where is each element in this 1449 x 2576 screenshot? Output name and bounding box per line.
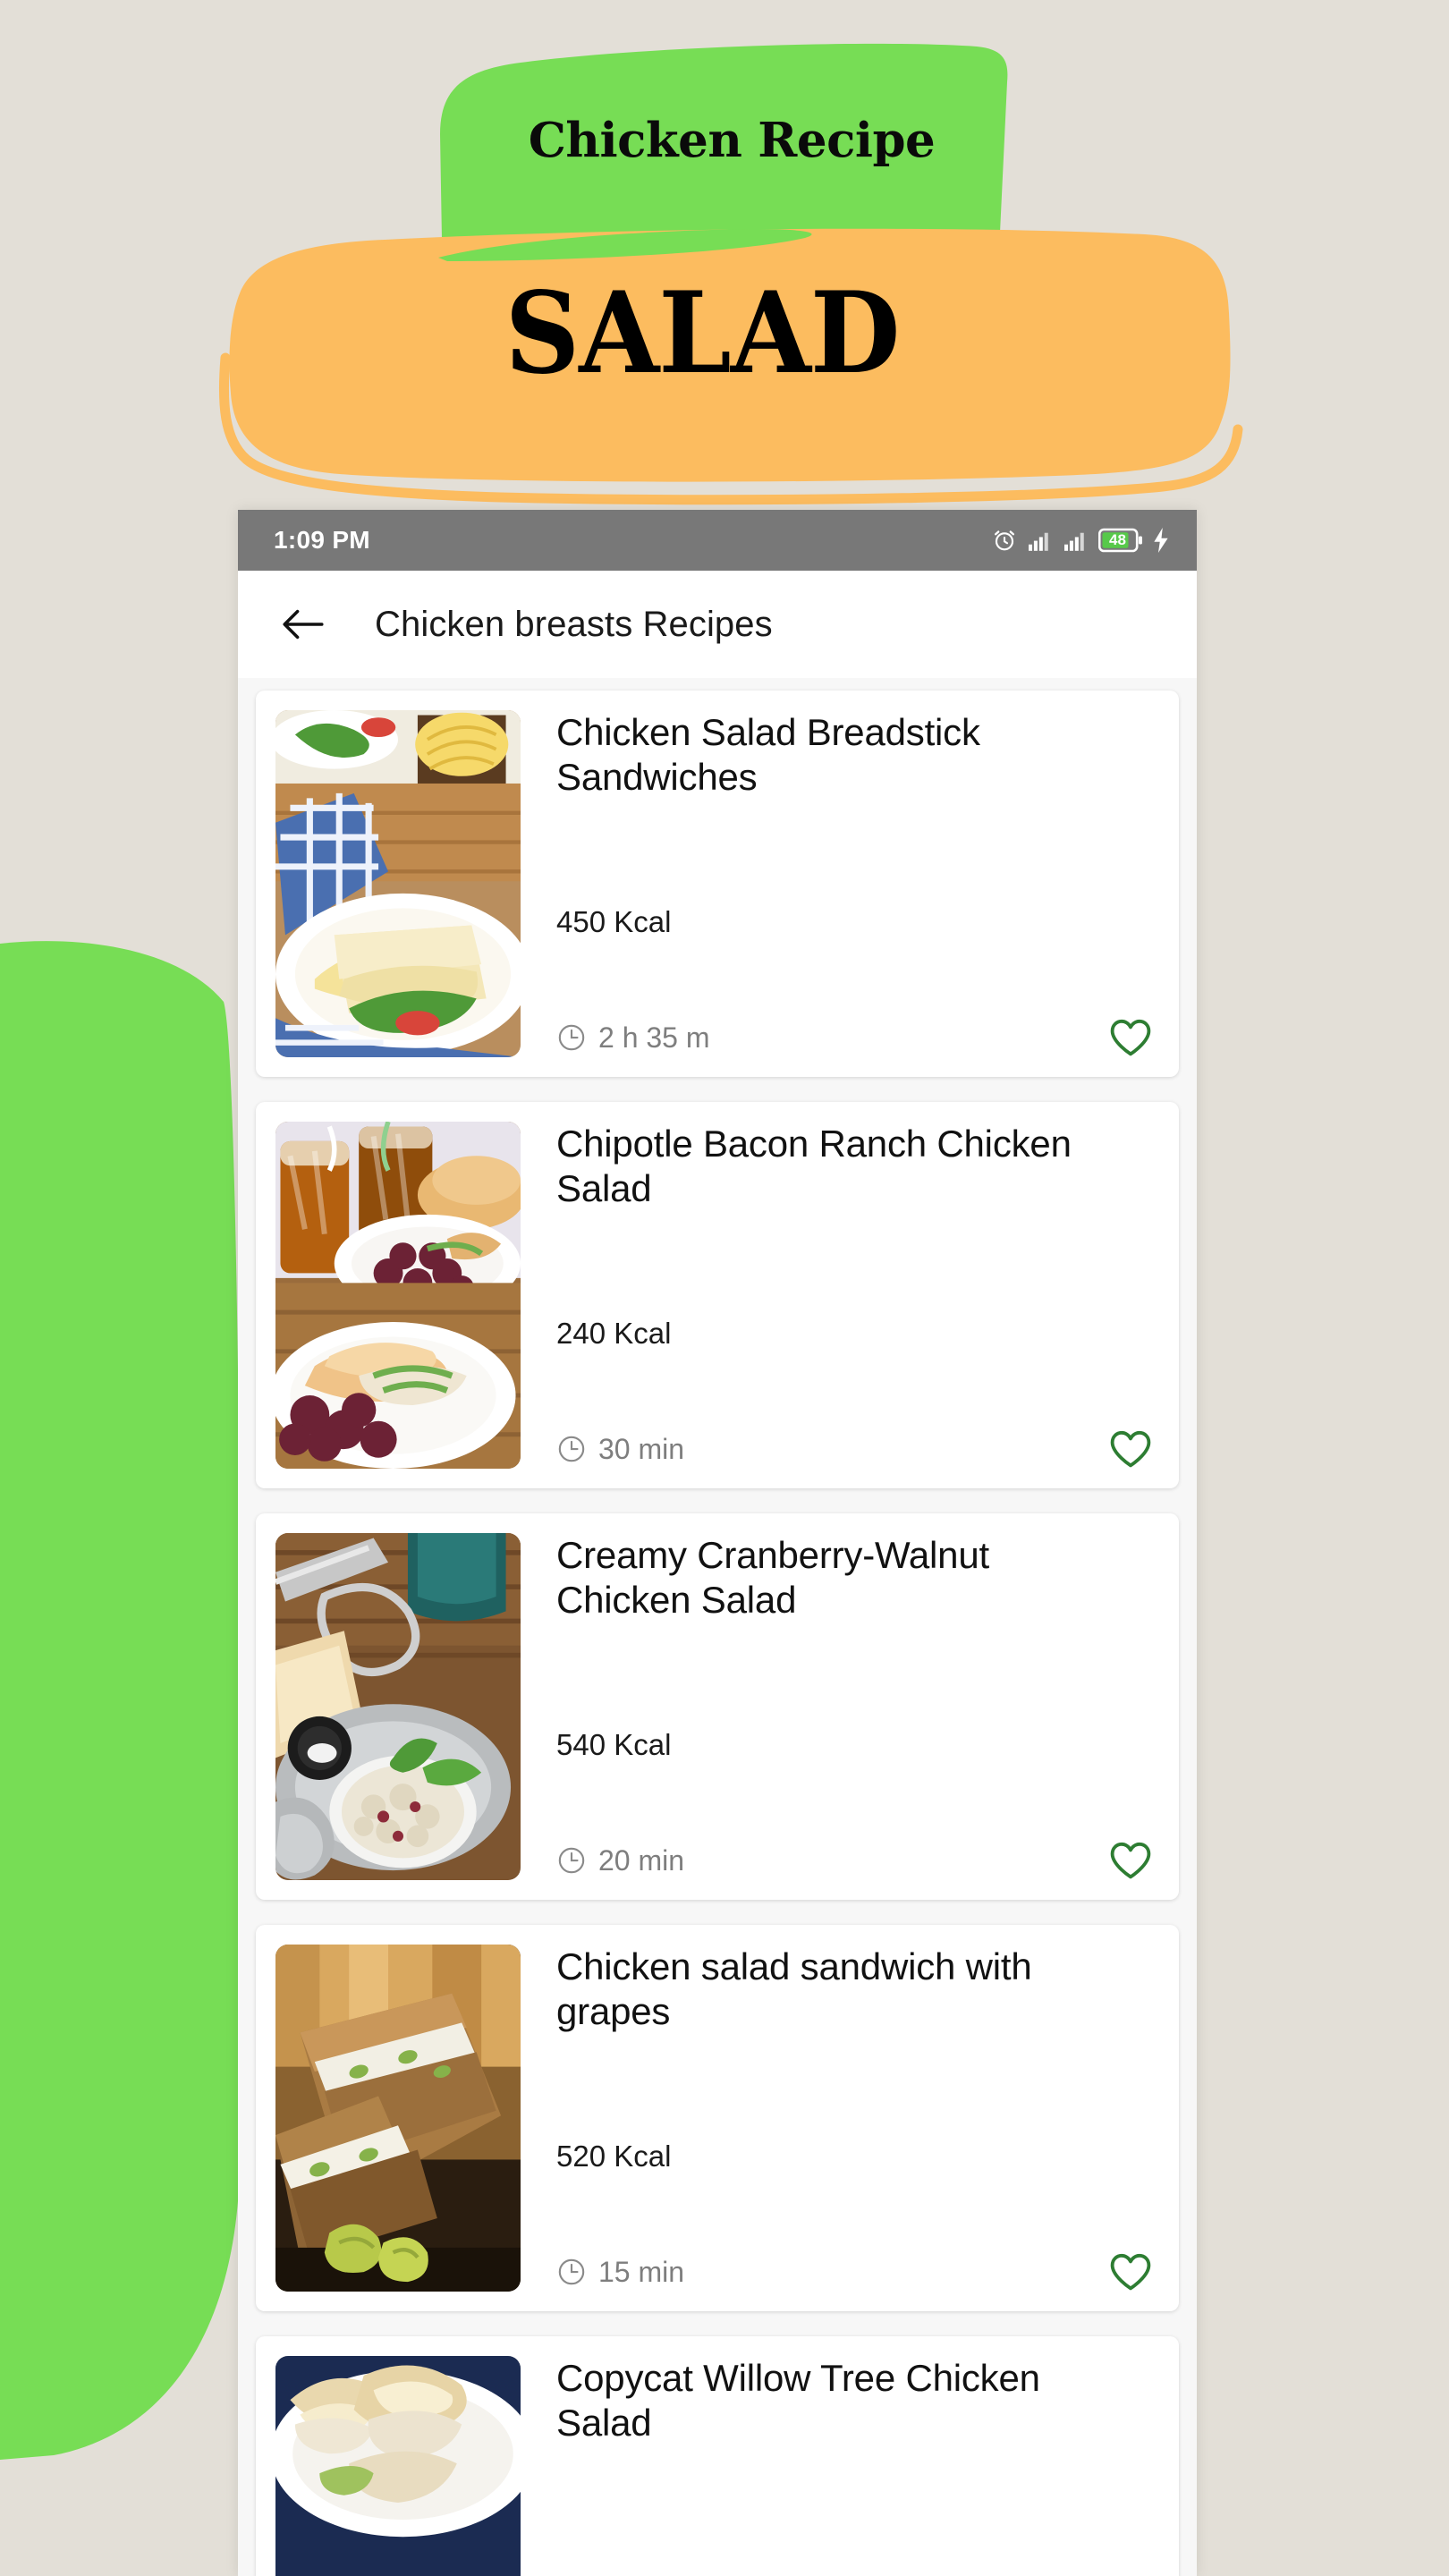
- recipe-title: Chipotle Bacon Ranch Chicken Salad: [556, 1123, 1072, 1209]
- page-title: Chicken breasts Recipes: [375, 604, 773, 644]
- green-banner-blob: [440, 43, 1008, 241]
- signal-icon: [1064, 532, 1084, 551]
- recipe-time-text: 20 min: [598, 1843, 685, 1877]
- status-bar-clock: 1:09 PM: [274, 526, 370, 554]
- recipe-thumbnail: [275, 1122, 521, 1469]
- status-bar: 1:09 PM 48: [238, 510, 1197, 571]
- recipe-card[interactable]: Chicken Salad Breadstick Sandwiches 450 …: [256, 691, 1179, 1077]
- signal-icon: [1029, 532, 1048, 551]
- recipe-list[interactable]: Chicken Salad Breadstick Sandwiches 450 …: [238, 678, 1197, 2576]
- recipe-thumbnail: [275, 1945, 521, 2292]
- phone-screenshot: 1:09 PM 48 Chicken breasts Recipes Chick…: [238, 510, 1197, 2576]
- recipe-footer: 20 min: [556, 1841, 1159, 1880]
- favorite-button[interactable]: [1109, 1841, 1152, 1880]
- recipe-body: Chipotle Bacon Ranch Chicken Salad 240 K…: [521, 1122, 1159, 1469]
- green-side-blob: [0, 941, 242, 2460]
- status-bar-icons: 48: [991, 527, 1170, 554]
- heart-outline-icon: [1110, 1430, 1151, 1468]
- recipe-time-text: 30 min: [598, 1432, 685, 1465]
- recipe-time-text: 15 min: [598, 2255, 685, 2288]
- clock-icon: [558, 2258, 585, 2285]
- recipe-card[interactable]: Chicken salad sandwich with grapes 520 K…: [256, 1925, 1179, 2311]
- recipe-body: Chicken Salad Breadstick Sandwiches 450 …: [521, 710, 1159, 1057]
- app-bar: Chicken breasts Recipes: [238, 571, 1197, 678]
- battery-level-text: 48: [1109, 531, 1126, 548]
- recipe-thumbnail: [275, 1533, 521, 1880]
- clock-icon: [558, 1436, 585, 1462]
- battery-indicator: 48: [1098, 528, 1143, 553]
- heart-outline-icon: [1110, 2253, 1151, 2291]
- recipe-calories: 240 Kcal: [556, 1317, 672, 1350]
- recipe-body: Creamy Cranberry-Walnut Chicken Salad 54…: [521, 1533, 1159, 1880]
- clock-icon: [558, 1847, 585, 1874]
- recipe-title: Chicken salad sandwich with grapes: [556, 1945, 1032, 2032]
- recipe-calories: 450 Kcal: [556, 905, 672, 938]
- recipe-footer: 15 min: [556, 2252, 1159, 2292]
- recipe-title: Chicken Salad Breadstick Sandwiches: [556, 711, 980, 798]
- recipe-footer: 2 h 35 m: [556, 1018, 1159, 1057]
- recipe-card[interactable]: Copycat Willow Tree Chicken Salad: [256, 2336, 1179, 2576]
- recipe-body: Copycat Willow Tree Chicken Salad: [521, 2356, 1159, 2576]
- heart-outline-icon: [1110, 1019, 1151, 1056]
- arrow-left-icon: [283, 609, 324, 640]
- recipe-time: 2 h 35 m: [556, 1021, 710, 1055]
- recipe-thumbnail: [275, 710, 521, 1057]
- alarm-icon: [995, 530, 1014, 551]
- heart-outline-icon: [1110, 1842, 1151, 1879]
- recipe-time: 30 min: [556, 1433, 684, 1466]
- favorite-button[interactable]: [1109, 2252, 1152, 2292]
- recipe-thumbnail: [275, 2356, 521, 2576]
- recipe-body: Chicken salad sandwich with grapes 520 K…: [521, 1945, 1159, 2292]
- recipe-time: 20 min: [556, 1844, 684, 1877]
- recipe-calories: 520 Kcal: [556, 2140, 672, 2173]
- recipe-card[interactable]: Creamy Cranberry-Walnut Chicken Salad 54…: [256, 1513, 1179, 1900]
- favorite-button[interactable]: [1109, 1429, 1152, 1469]
- recipe-footer: 30 min: [556, 1429, 1159, 1469]
- recipe-title: Copycat Willow Tree Chicken Salad: [556, 2357, 1040, 2444]
- orange-banner-blob: [229, 228, 1231, 482]
- favorite-button[interactable]: [1109, 1018, 1152, 1057]
- recipe-title: Creamy Cranberry-Walnut Chicken Salad: [556, 1534, 989, 1621]
- recipe-calories: 540 Kcal: [556, 1728, 672, 1761]
- charging-bolt-icon: [1154, 528, 1168, 553]
- recipe-card[interactable]: Chipotle Bacon Ranch Chicken Salad 240 K…: [256, 1102, 1179, 1488]
- clock-icon: [558, 1024, 585, 1051]
- back-button[interactable]: [278, 599, 328, 649]
- recipe-time-text: 2 h 35 m: [598, 1021, 710, 1054]
- recipe-time: 15 min: [556, 2256, 684, 2289]
